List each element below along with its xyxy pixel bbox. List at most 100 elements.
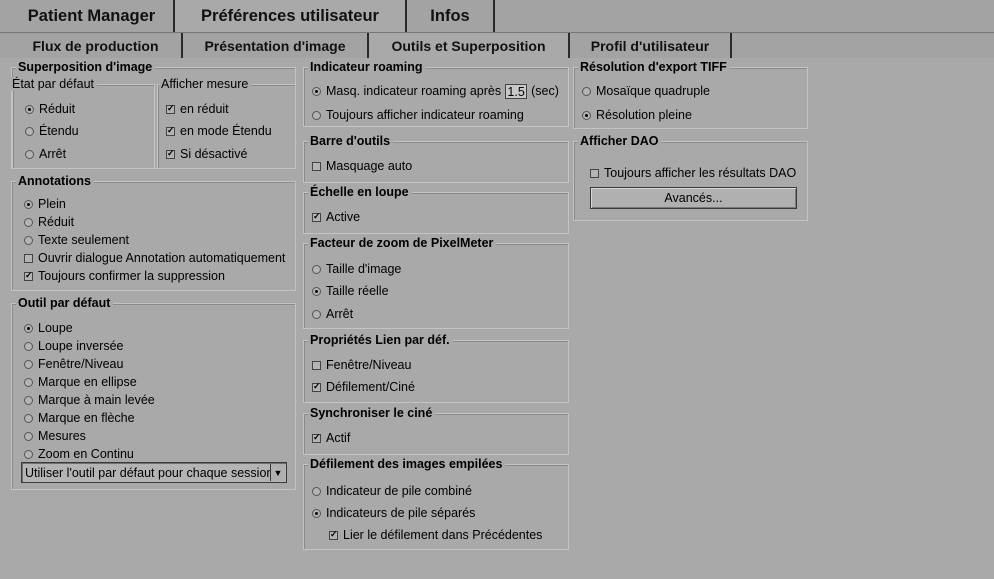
lien-check-fenetre[interactable]: Fenêtre/Niveau <box>312 357 411 373</box>
barre-check-masquage[interactable]: Masquage auto <box>312 158 412 174</box>
outil-option-mesures[interactable]: Mesures <box>24 428 86 444</box>
tiff-title: Résolution d'export TIFF <box>578 60 730 74</box>
radio-icon <box>24 359 33 369</box>
option-label: Réduit <box>39 102 76 116</box>
outil-option-fenetre-niveau[interactable]: Fenêtre/Niveau <box>24 356 123 372</box>
annotation-option-texte[interactable]: Texte seulement <box>24 232 129 248</box>
checkbox-icon <box>312 360 321 370</box>
roaming-delay-input[interactable]: 1.5 <box>505 83 528 99</box>
outil-option-loupe[interactable]: Loupe <box>24 320 73 336</box>
mesure-check-desactive[interactable]: Si désactivé <box>166 146 247 162</box>
roaming-group: Indicateur roaming Masq. indicateur roam… <box>303 60 569 127</box>
radio-icon <box>312 286 321 296</box>
cine-check-actif[interactable]: Actif <box>312 430 350 446</box>
option-label: Marque en flèche <box>38 411 135 425</box>
pixelmeter-group: Facteur de zoom de PixelMeter Taille d'i… <box>303 236 569 329</box>
outil-option-zoom[interactable]: Zoom en Continu <box>24 446 134 462</box>
dao-group: Afficher DAO Toujours afficher les résul… <box>573 134 808 221</box>
outil-option-loupe-inversee[interactable]: Loupe inversée <box>24 338 123 354</box>
echelle-title: Échelle en loupe <box>308 185 412 199</box>
pixelmeter-option-taille-reelle[interactable]: Taille réelle <box>312 283 389 299</box>
annotation-option-reduit[interactable]: Réduit <box>24 214 74 230</box>
lien-group: Propriétés Lien par déf. Fenêtre/Niveau … <box>303 333 569 403</box>
annotation-option-plein[interactable]: Plein <box>24 196 66 212</box>
tab-profil-utilisateur[interactable]: Profil d'utilisateur <box>570 33 732 58</box>
dao-check-toujours[interactable]: Toujours afficher les résultats DAO <box>590 165 796 181</box>
annotation-check-confirmer[interactable]: Toujours confirmer la suppression <box>24 268 225 284</box>
option-label: Marque à main levée <box>38 393 155 407</box>
pixelmeter-option-taille-image[interactable]: Taille d'image <box>312 261 401 277</box>
checkbox-icon <box>312 382 321 392</box>
annotation-check-ouvrir[interactable]: Ouvrir dialogue Annotation automatiqueme… <box>24 250 285 266</box>
tab-presentation-image[interactable]: Présentation d'image <box>183 33 369 58</box>
defilement-check-lier[interactable]: Lier le défilement dans Précédentes <box>329 527 542 543</box>
tiff-option-mosaique[interactable]: Mosaïque quadruple <box>582 83 710 99</box>
option-label: Indicateurs de pile séparés <box>326 506 476 520</box>
tab-outils-superposition[interactable]: Outils et Superposition <box>369 33 570 58</box>
outil-option-ellipse[interactable]: Marque en ellipse <box>24 374 137 390</box>
option-label: Arrêt <box>326 307 354 321</box>
defilement-option-separes[interactable]: Indicateurs de pile séparés <box>312 505 475 521</box>
mesure-check-etendu[interactable]: en mode Étendu <box>166 123 272 139</box>
mesure-check-reduit[interactable]: en réduit <box>166 101 229 117</box>
roaming-option-toujours[interactable]: Toujours afficher indicateur roaming <box>312 107 524 123</box>
radio-icon <box>25 104 34 114</box>
unit-label: (sec) <box>531 84 559 98</box>
tab-patient-manager[interactable]: Patient Manager <box>10 0 175 32</box>
radio-icon <box>24 235 33 245</box>
option-label: Masq. indicateur roaming après <box>326 84 502 98</box>
outil-title: Outil par défaut <box>16 296 114 310</box>
radio-icon <box>25 126 34 136</box>
option-label: Arrêt <box>39 147 67 161</box>
radio-icon <box>24 449 33 459</box>
tab-infos[interactable]: Infos <box>407 0 495 32</box>
lien-check-defilement[interactable]: Défilement/Ciné <box>312 379 415 395</box>
option-label: Masquage auto <box>326 159 413 173</box>
option-label: Loupe <box>38 321 73 335</box>
option-label: Plein <box>38 197 66 211</box>
echelle-check-active[interactable]: Active <box>312 209 360 225</box>
option-label: Loupe inversée <box>38 339 124 353</box>
roaming-option-masquer[interactable]: Masq. indicateur roaming après 1.5 (sec) <box>312 83 559 99</box>
echelle-group: Échelle en loupe Active <box>303 185 569 234</box>
radio-icon <box>24 341 33 351</box>
lien-title: Propriétés Lien par déf. <box>308 333 453 347</box>
dropdown-value: Utiliser l'outil par défaut pour chaque … <box>25 465 274 480</box>
defilement-option-combine[interactable]: Indicateur de pile combiné <box>312 483 472 499</box>
option-label: en mode Étendu <box>180 124 272 138</box>
roaming-title: Indicateur roaming <box>308 60 426 74</box>
radio-icon <box>24 413 33 423</box>
mesure-group: Afficher mesure en réduit en mode Étendu… <box>157 77 296 169</box>
checkbox-icon <box>24 271 33 281</box>
option-label: en réduit <box>180 102 229 116</box>
chevron-down-icon[interactable]: ▼ <box>270 464 285 481</box>
outil-option-main-levee[interactable]: Marque à main levée <box>24 392 155 408</box>
pixelmeter-option-arret[interactable]: Arrêt <box>312 306 353 322</box>
outil-option-fleche[interactable]: Marque en flèche <box>24 410 135 426</box>
radio-icon <box>582 110 591 120</box>
etat-option-arret[interactable]: Arrêt <box>25 146 66 162</box>
option-label: Taille réelle <box>326 284 389 298</box>
radio-icon <box>312 486 321 496</box>
option-label: Toujours confirmer la suppression <box>38 269 225 283</box>
radio-icon <box>24 377 33 387</box>
option-label: Étendu <box>39 124 79 138</box>
etat-option-reduit[interactable]: Réduit <box>25 101 75 117</box>
tiff-option-pleine[interactable]: Résolution pleine <box>582 107 692 123</box>
option-label: Fenêtre/Niveau <box>38 357 124 371</box>
radio-icon <box>24 431 33 441</box>
cine-group: Synchroniser le ciné Actif <box>303 406 569 455</box>
checkbox-icon <box>166 149 175 159</box>
option-label: Texte seulement <box>38 233 130 247</box>
tab-preferences-utilisateur[interactable]: Préférences utilisateur <box>175 0 407 32</box>
checkbox-icon <box>312 433 321 443</box>
outil-session-dropdown[interactable]: Utiliser l'outil par défaut pour chaque … <box>21 462 287 483</box>
option-label: Lier le défilement dans Précédentes <box>343 528 543 542</box>
etat-group: État par défaut Réduit Étendu Arrêt <box>10 77 155 169</box>
tab-flux-de-production[interactable]: Flux de production <box>10 33 183 58</box>
checkbox-icon <box>166 104 175 114</box>
avances-button[interactable]: Avancés... <box>590 187 797 209</box>
etat-option-etendu[interactable]: Étendu <box>25 123 79 139</box>
option-label: Réduit <box>38 215 75 229</box>
option-label: Défilement/Ciné <box>326 380 415 394</box>
